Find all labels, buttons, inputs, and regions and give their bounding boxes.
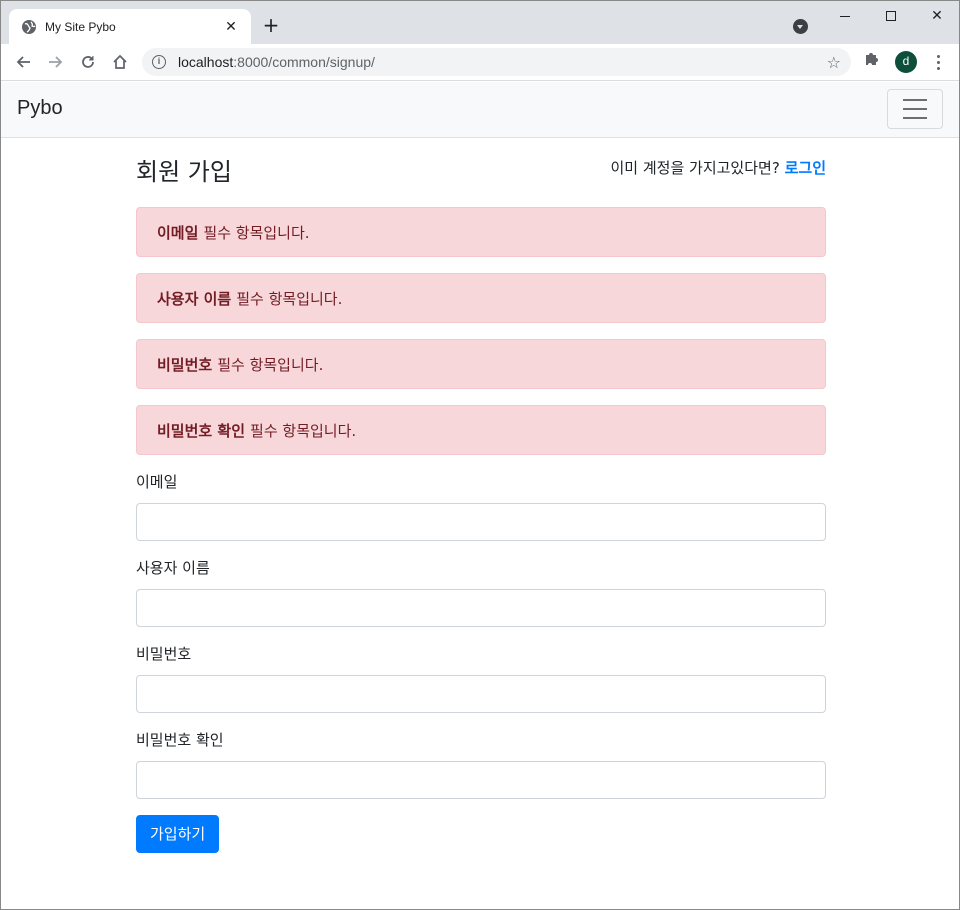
username-input[interactable] [136, 589, 826, 627]
site-navbar: Pybo [1, 82, 959, 138]
alert-field-name: 비밀번호 [157, 355, 213, 374]
alert-message: 필수 항목입니다. [236, 289, 343, 308]
username-field-group: 사용자 이름 [136, 557, 826, 627]
bookmark-star-icon[interactable]: ☆ [827, 53, 841, 72]
home-icon[interactable] [108, 50, 132, 74]
browser-tab[interactable]: My Site Pybo ✕ [9, 9, 251, 44]
alert-message: 필수 항목입니다. [203, 223, 310, 242]
browser-toolbar: i localhost:8000/common/signup/ ☆ [1, 44, 959, 81]
alert-field-name: 사용자 이름 [157, 289, 232, 308]
password-confirm-field-group: 비밀번호 확인 [136, 729, 826, 799]
site-info-icon[interactable]: i [152, 55, 166, 69]
maximize-icon[interactable] [868, 1, 914, 31]
header-row: 회원 가입 이미 계정을 가지고있다면? 로그인 [136, 138, 826, 198]
address-bar[interactable]: i localhost:8000/common/signup/ ☆ [142, 48, 851, 76]
alert-username: 사용자 이름 필수 항목입니다. [136, 273, 826, 323]
email-input[interactable] [136, 503, 826, 541]
tab-search-icon[interactable] [793, 19, 808, 34]
reload-icon[interactable] [76, 50, 100, 74]
password-label: 비밀번호 [136, 645, 192, 663]
navbar-toggler-hamburger-icon[interactable] [887, 89, 943, 129]
alert-password: 비밀번호 필수 항목입니다. [136, 339, 826, 389]
tab-title: My Site Pybo [45, 19, 116, 34]
back-icon[interactable] [11, 50, 35, 74]
url-host: localhost [178, 54, 234, 70]
email-label: 이메일 [136, 473, 178, 491]
browser-menu-icon[interactable] [931, 51, 945, 73]
alert-field-name: 이메일 [157, 223, 199, 242]
alert-email: 이메일 필수 항목입니다. [136, 207, 826, 257]
navbar-brand[interactable]: Pybo [17, 97, 63, 120]
minimize-icon[interactable] [822, 1, 868, 31]
url-path: :8000/common/signup/ [233, 54, 375, 70]
address-url[interactable]: localhost:8000/common/signup/ [178, 54, 827, 70]
tab-close-icon[interactable]: ✕ [223, 19, 239, 35]
login-prompt: 이미 계정을 가지고있다면? 로그인 [611, 157, 827, 178]
username-label: 사용자 이름 [136, 559, 210, 577]
forward-icon[interactable] [44, 50, 68, 74]
browser-tabbar: My Site Pybo ✕ + ✕ [1, 1, 959, 44]
alert-message: 필수 항목입니다. [217, 355, 324, 374]
alert-field-name: 비밀번호 확인 [157, 421, 246, 440]
alert-message: 필수 항목입니다. [250, 421, 357, 440]
password-field-group: 비밀번호 [136, 643, 826, 713]
login-prompt-text: 이미 계정을 가지고있다면? [610, 159, 780, 177]
email-field-group: 이메일 [136, 471, 826, 541]
alert-password-confirm: 비밀번호 확인 필수 항목입니다. [136, 405, 826, 455]
password-input[interactable] [136, 675, 826, 713]
profile-avatar[interactable]: d [895, 51, 917, 73]
login-link[interactable]: 로그인 [785, 159, 826, 177]
new-tab-icon[interactable]: + [259, 13, 283, 37]
globe-icon [22, 19, 36, 34]
window-close-icon[interactable]: ✕ [914, 1, 960, 31]
extensions-puzzle-icon[interactable] [863, 51, 879, 71]
error-alerts: 이메일 필수 항목입니다. 사용자 이름 필수 항목입니다. 비밀번호 필수 항… [136, 207, 826, 455]
signup-container: 회원 가입 이미 계정을 가지고있다면? 로그인 이메일 필수 항목입니다. 사… [136, 138, 826, 853]
page-title: 회원 가입 [136, 158, 232, 186]
password-confirm-input[interactable] [136, 761, 826, 799]
password-confirm-label: 비밀번호 확인 [136, 731, 224, 749]
signup-submit-button[interactable]: 가입하기 [136, 815, 220, 853]
